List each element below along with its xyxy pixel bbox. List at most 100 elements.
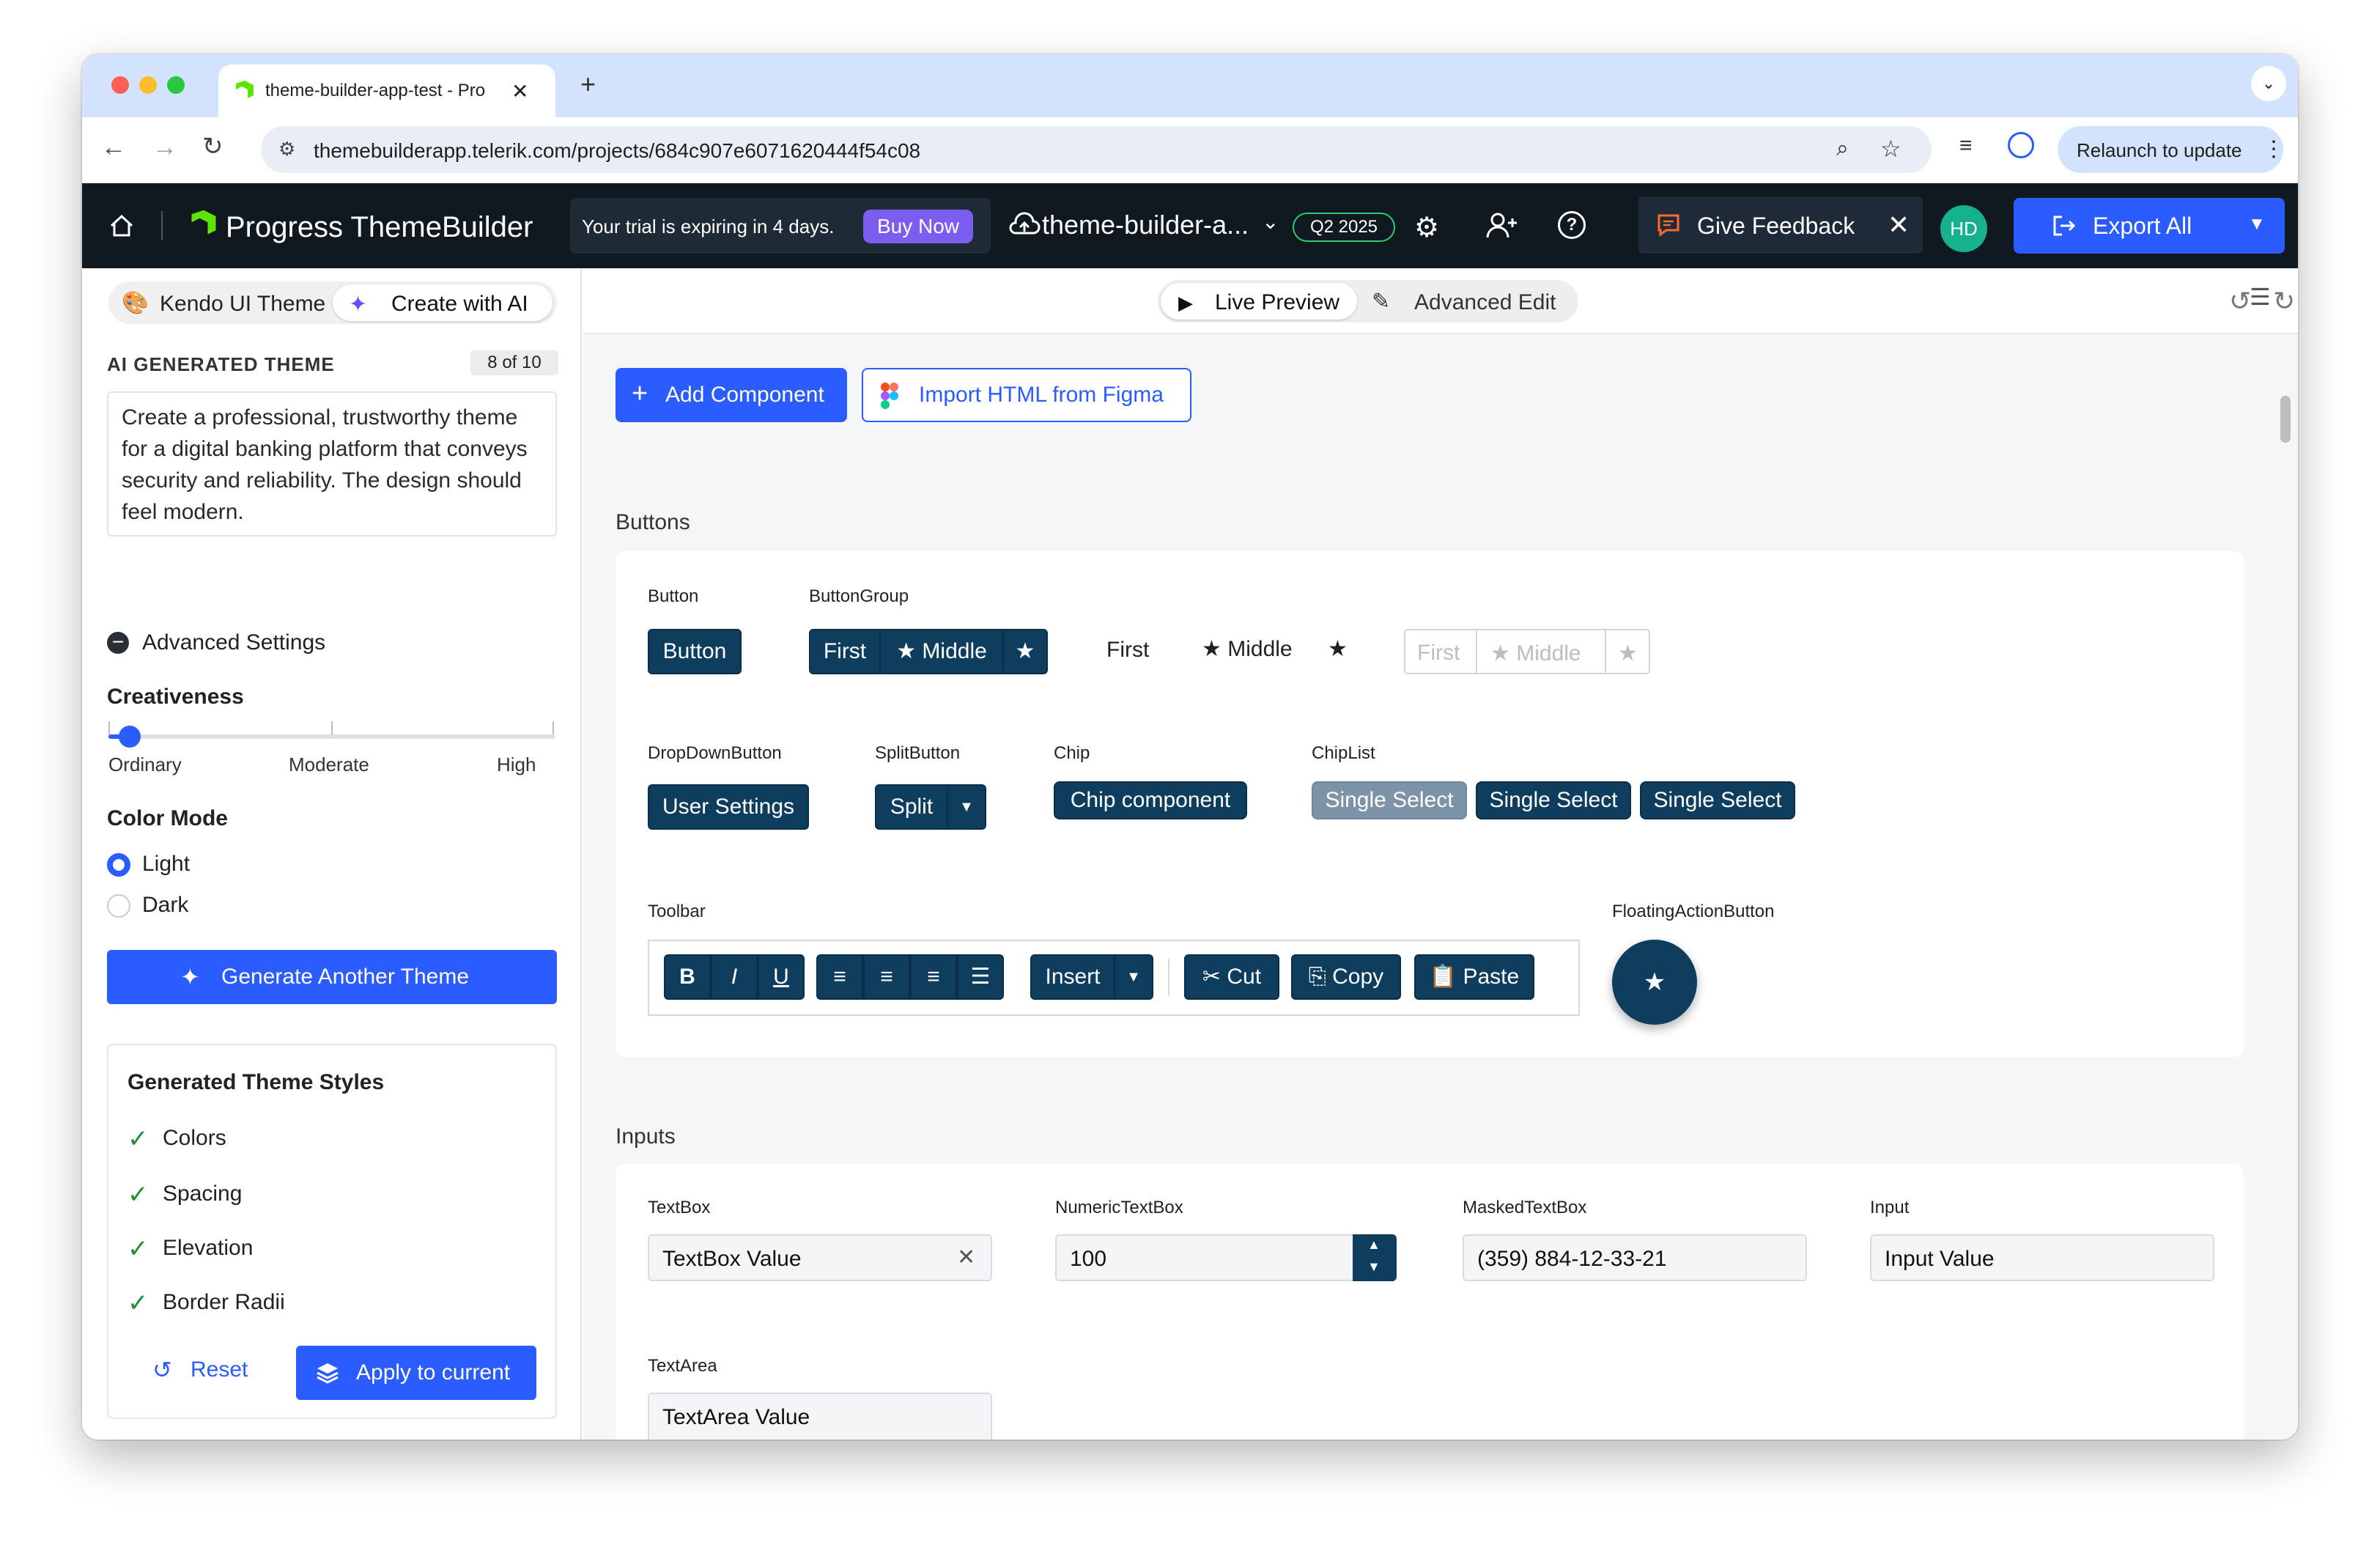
forward-icon[interactable]: → bbox=[152, 133, 177, 162]
numeric-input[interactable]: 100 ▲ ▼ bbox=[1055, 1234, 1397, 1281]
close-feedback-icon[interactable]: ✕ bbox=[1888, 210, 1910, 240]
masked-input[interactable]: (359) 884-12-33-21 bbox=[1463, 1234, 1807, 1281]
minimize-window-dot[interactable] bbox=[139, 76, 157, 94]
style-item-spacing: Spacing bbox=[163, 1182, 243, 1206]
bg-middle-button[interactable]: ★ Middle bbox=[879, 629, 1004, 674]
add-user-icon[interactable] bbox=[1485, 210, 1518, 242]
redo-icon[interactable]: ↻ bbox=[2273, 286, 2295, 317]
light-mode-label[interactable]: Light bbox=[142, 852, 190, 877]
textbox-input[interactable]: TextBox Value ✕ bbox=[648, 1234, 992, 1281]
demo-button[interactable]: Button bbox=[648, 629, 742, 674]
plain-input[interactable]: Input Value bbox=[1870, 1234, 2214, 1281]
creativeness-slider-track[interactable] bbox=[108, 721, 555, 748]
bold-button[interactable]: B bbox=[664, 954, 711, 1000]
cut-label: Cut bbox=[1227, 965, 1262, 989]
copy-label: Copy bbox=[1332, 965, 1384, 989]
star-icon: ★ bbox=[1328, 637, 1348, 661]
zoom-icon[interactable]: ⌕ bbox=[1836, 136, 1849, 161]
inputs-section-title: Inputs bbox=[616, 1124, 676, 1149]
reload-icon[interactable]: ↻ bbox=[202, 132, 223, 161]
paste-button[interactable]: 📋 Paste bbox=[1414, 954, 1534, 1000]
creativeness-slider-thumb[interactable] bbox=[119, 726, 141, 748]
clear-icon[interactable]: ✕ bbox=[957, 1245, 975, 1270]
buy-now-button[interactable]: Buy Now bbox=[863, 210, 973, 243]
split-arrow-button[interactable]: ▼ bbox=[947, 784, 986, 830]
styles-title: Generated Theme Styles bbox=[128, 1070, 385, 1094]
progress-favicon-icon bbox=[233, 79, 256, 103]
collapse-icon[interactable]: − bbox=[107, 632, 129, 654]
star-icon: ★ bbox=[896, 639, 923, 663]
new-tab-icon[interactable]: + bbox=[580, 69, 596, 100]
sparkle-icon: ✦ bbox=[349, 292, 368, 317]
decrease-icon[interactable]: ▼ bbox=[1367, 1259, 1381, 1275]
bg-star-button[interactable]: ★ bbox=[1002, 629, 1048, 674]
project-dropdown-icon[interactable]: ⌄ bbox=[1262, 210, 1279, 234]
reading-list-icon[interactable]: ≡ bbox=[1959, 133, 1973, 158]
flat-star-button[interactable]: ★ bbox=[1328, 636, 1348, 662]
demo-textarea[interactable]: TextArea Value bbox=[648, 1393, 992, 1440]
undo-icon[interactable]: ↺ bbox=[2229, 286, 2251, 317]
underline-button[interactable]: U bbox=[758, 954, 805, 1000]
live-preview-button[interactable]: ▶ Live Preview bbox=[1161, 283, 1357, 320]
flat-first-button[interactable]: First bbox=[1106, 638, 1149, 663]
chip-component[interactable]: Chip component bbox=[1054, 781, 1247, 819]
floating-action-button[interactable]: ★ bbox=[1612, 940, 1697, 1025]
align-left-button[interactable]: ≡ bbox=[816, 954, 863, 1000]
user-settings-dropdown[interactable]: User Settings bbox=[648, 784, 809, 830]
generate-another-theme-button[interactable]: ✦ Generate Another Theme bbox=[107, 950, 557, 1004]
italic-button[interactable]: I bbox=[711, 954, 758, 1000]
site-info-icon[interactable]: ⚙ bbox=[278, 138, 295, 161]
align-justify-button[interactable]: ☰ bbox=[957, 954, 1004, 1000]
settings-gear-icon[interactable]: ⚙ bbox=[1414, 211, 1439, 244]
cut-button[interactable]: ✂ Cut bbox=[1184, 954, 1279, 1000]
help-icon[interactable]: ? bbox=[1558, 211, 1586, 239]
checklist-icon[interactable]: ☰ bbox=[2250, 283, 2271, 311]
advanced-settings-toggle[interactable]: Advanced Settings bbox=[142, 630, 325, 655]
tab-search-icon[interactable]: ⌄ bbox=[2251, 66, 2286, 101]
input-label: Input bbox=[1870, 1198, 1910, 1217]
more-vert-icon[interactable]: ⋮ bbox=[2263, 136, 2285, 162]
close-tab-icon[interactable]: ✕ bbox=[511, 79, 528, 103]
home-icon[interactable] bbox=[107, 211, 136, 240]
align-center-button[interactable]: ≡ bbox=[863, 954, 910, 1000]
import-figma-button[interactable]: Import HTML from Figma bbox=[862, 368, 1191, 422]
numeric-value: 100 bbox=[1070, 1247, 1107, 1271]
split-main-button[interactable]: Split bbox=[875, 784, 948, 830]
give-feedback-button[interactable]: Give Feedback ✕ bbox=[1638, 196, 1923, 254]
splitbutton-label: SplitButton bbox=[875, 743, 961, 763]
flat-middle-button[interactable]: ★ Middle bbox=[1202, 636, 1293, 662]
dark-mode-radio[interactable] bbox=[107, 894, 130, 918]
back-icon[interactable]: ← bbox=[101, 133, 126, 162]
add-component-button[interactable]: + Add Component bbox=[616, 368, 847, 422]
insert-arrow-button[interactable]: ▼ bbox=[1114, 954, 1153, 1000]
profile-icon[interactable] bbox=[2008, 132, 2034, 158]
apply-to-current-button[interactable]: Apply to current bbox=[296, 1346, 536, 1400]
address-bar[interactable]: ⚙ themebuilderapp.telerik.com/projects/6… bbox=[261, 126, 1932, 173]
export-all-button[interactable]: Export All ▼ bbox=[2014, 198, 2285, 254]
relaunch-button[interactable]: Relaunch to update ⋮ bbox=[2058, 126, 2285, 173]
chiplist-item[interactable]: Single Select bbox=[1640, 781, 1795, 819]
align-right-button[interactable]: ≡ bbox=[910, 954, 957, 1000]
user-avatar[interactable]: HD bbox=[1940, 205, 1987, 252]
insert-button[interactable]: Insert bbox=[1030, 954, 1115, 1000]
prompt-textarea[interactable]: Create a professional, trustworthy theme… bbox=[107, 391, 557, 537]
bg-first-button[interactable]: First bbox=[809, 629, 881, 674]
light-mode-radio[interactable] bbox=[107, 853, 130, 877]
project-name[interactable]: theme-builder-a... bbox=[1042, 210, 1249, 240]
chiplist-item-selected[interactable]: Single Select bbox=[1312, 781, 1467, 819]
advanced-edit-button[interactable]: Advanced Edit bbox=[1414, 290, 1556, 315]
star-icon: ★ bbox=[1202, 637, 1228, 661]
maximize-window-dot[interactable] bbox=[167, 76, 185, 94]
bookmark-star-icon[interactable]: ☆ bbox=[1880, 135, 1902, 163]
tab-kendo-ui-theme[interactable]: 🎨 Kendo UI Theme bbox=[116, 286, 328, 320]
close-window-dot[interactable] bbox=[111, 76, 129, 94]
browser-tab[interactable]: theme-builder-app-test - Pro ✕ bbox=[218, 64, 555, 117]
textarea-value: TextArea Value bbox=[662, 1405, 810, 1429]
dark-mode-label[interactable]: Dark bbox=[142, 893, 188, 918]
chiplist-item[interactable]: Single Select bbox=[1476, 781, 1631, 819]
tab-create-with-ai[interactable]: ✦ Create with AI bbox=[333, 284, 552, 321]
increase-icon[interactable]: ▲ bbox=[1367, 1237, 1381, 1253]
scrollbar-thumb[interactable] bbox=[2280, 396, 2291, 443]
copy-button[interactable]: ⎘ Copy bbox=[1291, 954, 1401, 1000]
export-dropdown-icon[interactable]: ▼ bbox=[2248, 214, 2266, 235]
